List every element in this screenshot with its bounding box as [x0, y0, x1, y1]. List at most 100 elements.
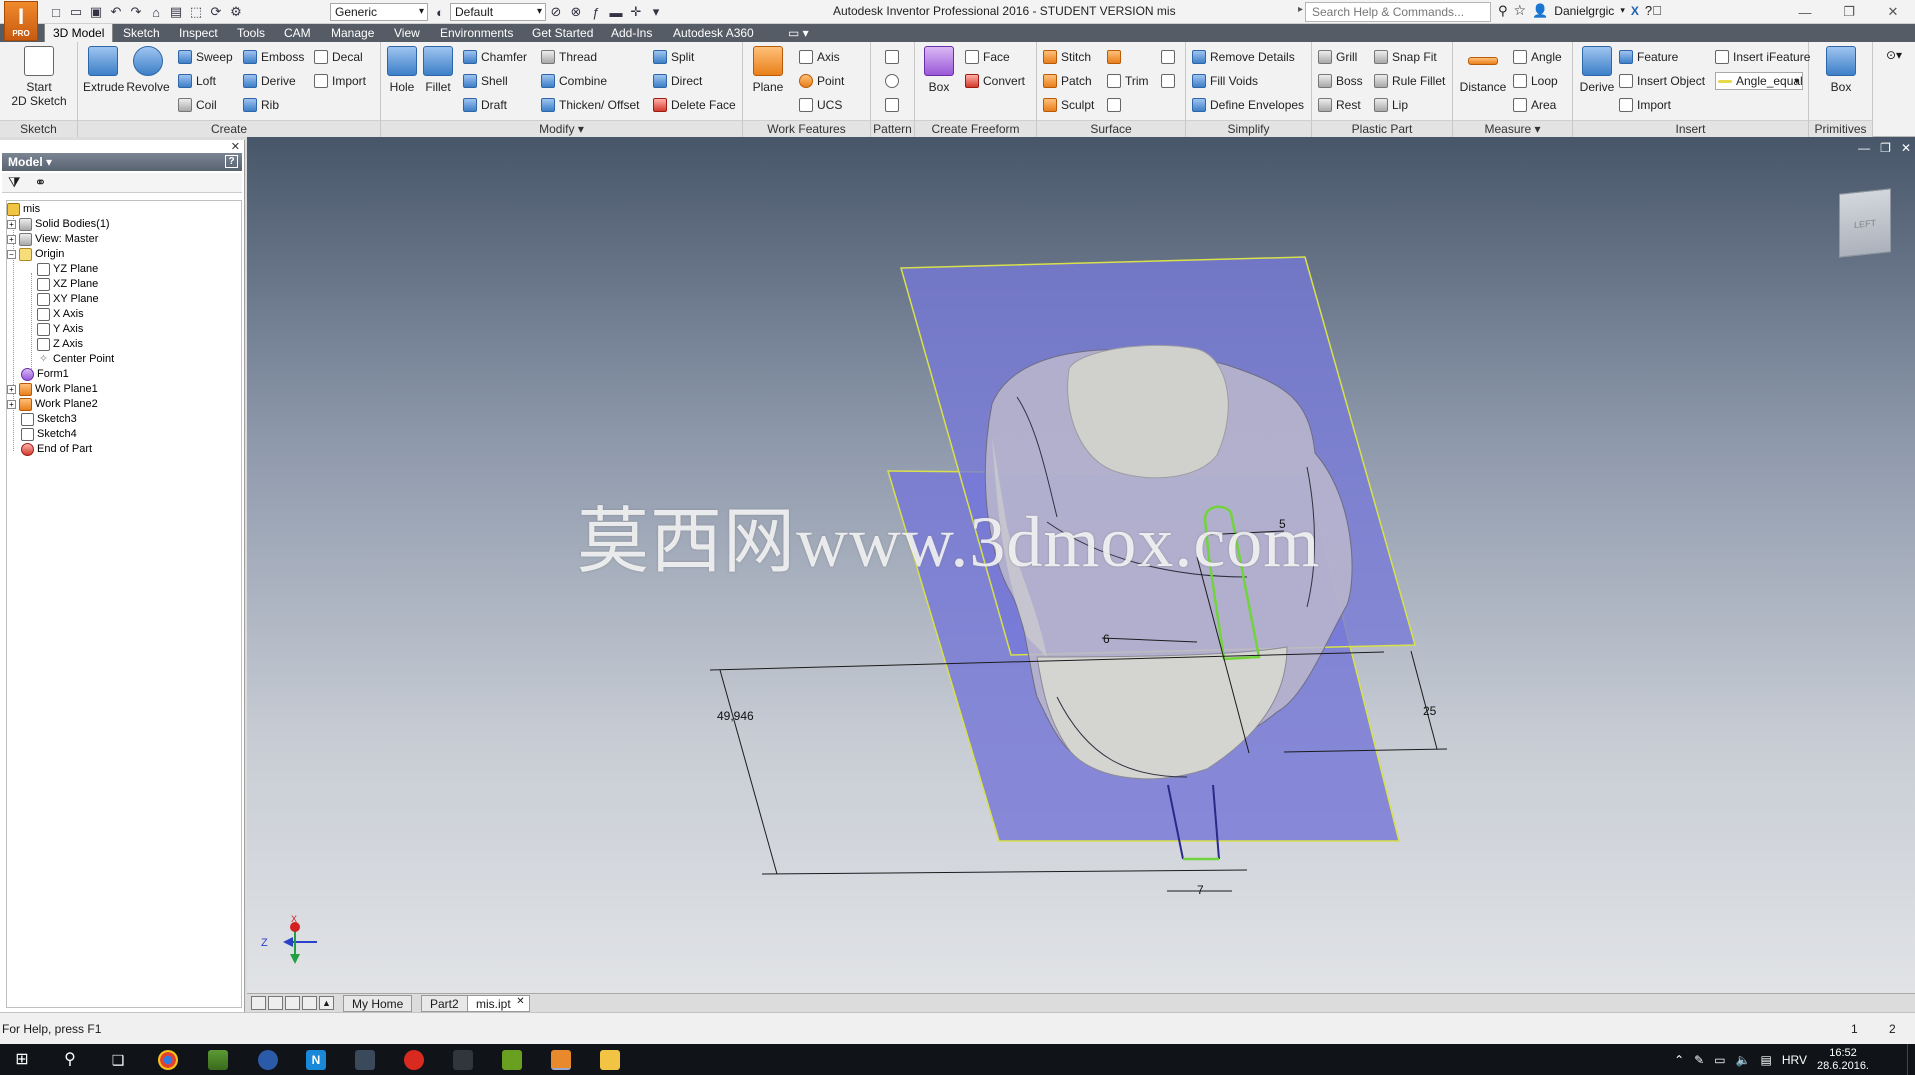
dimension-6[interactable]: 6: [1103, 632, 1110, 646]
angle-button[interactable]: Angle: [1513, 50, 1562, 64]
split-button[interactable]: Split: [653, 50, 694, 64]
fillet-button[interactable]: Fillet: [421, 46, 455, 94]
panel-title-modify[interactable]: Modify ▾: [381, 120, 742, 137]
windows-start-icon[interactable]: ⊞: [12, 1050, 32, 1070]
pen-icon[interactable]: ✎: [1694, 1053, 1704, 1067]
ucs-button[interactable]: UCS: [799, 98, 842, 112]
search-icon[interactable]: ⚲: [60, 1050, 80, 1070]
tray-expand-icon[interactable]: ⌃: [1674, 1053, 1684, 1067]
notification-icon[interactable]: ▤: [1761, 1053, 1772, 1067]
extrude-button[interactable]: Extrude: [83, 46, 124, 94]
home-icon[interactable]: ⌂: [146, 3, 166, 21]
settings-icon[interactable]: ⚙: [226, 3, 246, 21]
replace-face-button[interactable]: [1161, 50, 1179, 64]
appearance-icon[interactable]: ◐: [430, 3, 450, 21]
convert-button[interactable]: Convert: [965, 74, 1025, 88]
app-icon[interactable]: [258, 1050, 278, 1070]
dimension-49946[interactable]: 49,946: [717, 709, 754, 723]
insert-object-button[interactable]: Insert Object: [1619, 74, 1705, 88]
graphics-window[interactable]: — ❐ ✕ LEFT 49,946 5 6 25 7 Z X 莫西网www.3d…: [247, 137, 1915, 993]
search-expand-icon[interactable]: ▸: [1298, 4, 1303, 15]
tab-cam[interactable]: CAM: [276, 24, 319, 42]
snap-fit-button[interactable]: Snap Fit: [1374, 50, 1437, 64]
define-envelopes-button[interactable]: Define Envelopes: [1192, 98, 1304, 112]
parameters-icon[interactable]: ƒ: [586, 3, 606, 21]
new-icon[interactable]: □: [46, 3, 66, 21]
tree-item-sketch4[interactable]: Sketch4: [21, 426, 77, 442]
close-icon[interactable]: ✕: [1871, 0, 1915, 24]
fill-voids-button[interactable]: Fill Voids: [1192, 74, 1258, 88]
game-icon[interactable]: [453, 1050, 473, 1070]
shell-button[interactable]: Shell: [463, 74, 508, 88]
help-search-input[interactable]: Search Help & Commands...: [1305, 2, 1491, 22]
decal-button[interactable]: Decal: [314, 50, 363, 64]
select-icon[interactable]: ⬚: [186, 3, 206, 21]
exchange-apps-icon[interactable]: X: [1631, 4, 1639, 18]
parameter-dropdown[interactable]: Angle_equal ▾: [1715, 72, 1803, 90]
application-menu-button[interactable]: I PRO: [4, 1, 38, 41]
insert-ifeature-button[interactable]: Insert iFeature: [1715, 50, 1810, 64]
show-desktop-button[interactable]: [1907, 1044, 1915, 1075]
loop-button[interactable]: Loop: [1513, 74, 1558, 88]
folder-icon[interactable]: ▤: [166, 3, 186, 21]
user-name[interactable]: Danielgrgic: [1554, 4, 1614, 18]
tree-item-origin[interactable]: − Origin: [7, 246, 64, 262]
tree-item-x-axis[interactable]: X Axis: [37, 306, 84, 322]
ruled-surface-button[interactable]: [1107, 50, 1125, 64]
tree-item-solid-bodies[interactable]: + Solid Bodies(1): [7, 216, 110, 232]
stitch-button[interactable]: Stitch: [1043, 50, 1091, 64]
language-indicator[interactable]: HRV: [1782, 1053, 1807, 1067]
browser-header[interactable]: Model ▾ ?: [2, 153, 242, 171]
tab-inspect[interactable]: Inspect: [171, 24, 226, 42]
rule-fillet-button[interactable]: Rule Fillet: [1374, 74, 1445, 88]
file-explorer-icon[interactable]: [600, 1050, 620, 1070]
volume-icon[interactable]: 🔈: [1736, 1053, 1751, 1067]
update-icon[interactable]: ⟳: [206, 3, 226, 21]
inventor-taskbar-icon[interactable]: [551, 1050, 571, 1070]
vectorworks-icon[interactable]: [502, 1050, 522, 1070]
area-button[interactable]: Area: [1513, 98, 1556, 112]
collapse-icon[interactable]: −: [7, 249, 16, 259]
tile-horizontal-icon[interactable]: [268, 996, 283, 1010]
tree-item-y-axis[interactable]: Y Axis: [37, 321, 83, 337]
expand-icon[interactable]: +: [7, 219, 16, 229]
tab-3d-model[interactable]: 3D Model: [44, 24, 114, 42]
delete-face-button[interactable]: Delete Face: [653, 98, 736, 112]
tab-environments[interactable]: Environments: [432, 24, 521, 42]
boss-button[interactable]: Boss: [1318, 74, 1363, 88]
expand-icon[interactable]: +: [7, 234, 16, 244]
tab-tools[interactable]: Tools: [229, 24, 273, 42]
rest-button[interactable]: Rest: [1318, 98, 1361, 112]
doc-tab-part2[interactable]: Part2: [421, 995, 468, 1012]
rectangular-pattern-button[interactable]: [885, 50, 903, 64]
tab-view[interactable]: View: [386, 24, 428, 42]
ucs-icon[interactable]: ✛: [626, 3, 646, 21]
clear-override-icon[interactable]: ⊘: [546, 3, 566, 21]
panel-title-measure[interactable]: Measure ▾: [1453, 120, 1572, 137]
tree-item-yz-plane[interactable]: YZ Plane: [37, 261, 98, 277]
dimension-7[interactable]: 7: [1197, 883, 1204, 897]
thicken-offset-button[interactable]: Thicken/ Offset: [541, 98, 639, 112]
tree-item-work-plane1[interactable]: + Work Plane1: [7, 381, 98, 397]
save-icon[interactable]: ▣: [86, 3, 106, 21]
lip-button[interactable]: Lip: [1374, 98, 1408, 112]
hole-button[interactable]: Hole: [385, 46, 419, 94]
tree-item-form1[interactable]: Form1: [21, 366, 69, 382]
redo-icon[interactable]: ↷: [126, 3, 146, 21]
import-button[interactable]: Import: [314, 74, 366, 88]
tree-item-z-axis[interactable]: Z Axis: [37, 336, 83, 352]
minecraft-icon[interactable]: [208, 1050, 228, 1070]
loft-button[interactable]: Loft: [178, 74, 216, 88]
sculpt-button[interactable]: Sculpt: [1043, 98, 1094, 112]
tree-item-root[interactable]: mis: [7, 201, 40, 217]
document-menu-icon[interactable]: ▲: [319, 996, 334, 1010]
undo-icon[interactable]: ↶: [106, 3, 126, 21]
draft-button[interactable]: Draft: [463, 98, 507, 112]
thread-button[interactable]: Thread: [541, 50, 597, 64]
tree-item-sketch3[interactable]: Sketch3: [21, 411, 77, 427]
extend-button[interactable]: [1107, 98, 1125, 112]
favorites-star-icon[interactable]: ☆: [1514, 2, 1527, 19]
restore-icon[interactable]: ❐: [1827, 0, 1871, 24]
primitive-box-button[interactable]: Box: [1823, 46, 1859, 94]
binoculars-icon[interactable]: ⚲: [1498, 3, 1508, 19]
